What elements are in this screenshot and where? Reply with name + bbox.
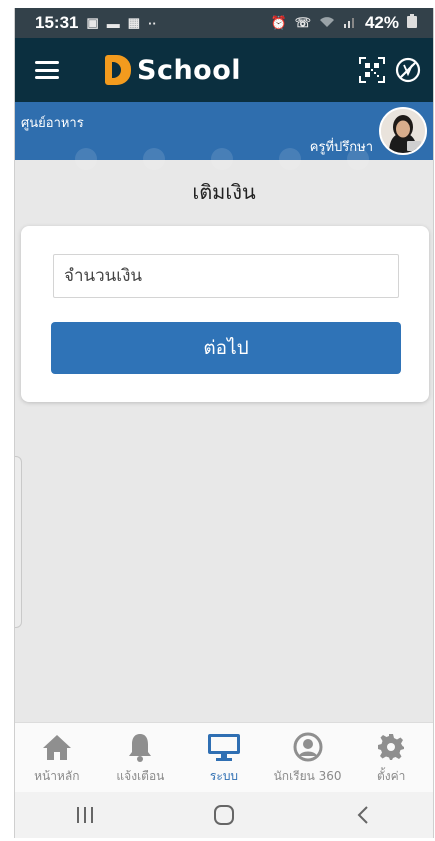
nav-label-home: หน้าหลัก bbox=[34, 769, 80, 783]
logo-d-icon bbox=[105, 55, 131, 85]
wifi-icon bbox=[319, 16, 335, 31]
user-role: ครูที่ปรึกษา bbox=[309, 140, 373, 155]
home-icon bbox=[42, 729, 72, 765]
no-scan-icon[interactable] bbox=[393, 55, 423, 85]
side-drawer-handle[interactable] bbox=[15, 456, 22, 628]
page-title: เติมเงิน bbox=[192, 180, 256, 204]
system-nav-bar bbox=[15, 792, 433, 838]
logo-text: School bbox=[137, 54, 242, 86]
back-icon[interactable] bbox=[333, 795, 393, 835]
status-bar: 15:31 ▣ ▬ ▦ ·· ⏰ ☏ 42% bbox=[15, 8, 433, 38]
nav-item-student-360[interactable]: นักเรียน 360 bbox=[269, 729, 347, 786]
user-banner: ศูนย์อาหาร ครูที่ปรึกษา bbox=[15, 102, 433, 170]
nav-label-notifications: แจ้งเตือน bbox=[116, 769, 165, 783]
monitor-icon bbox=[207, 729, 241, 765]
message-icon: ▬ bbox=[106, 15, 120, 31]
app-logo: School bbox=[105, 55, 241, 86]
nav-item-settings[interactable]: ตั้งค่า bbox=[352, 729, 430, 786]
status-time: 15:31 bbox=[35, 13, 79, 32]
nav-label-system: ระบบ bbox=[209, 769, 239, 783]
bell-icon bbox=[127, 729, 153, 765]
nav-item-home[interactable]: หน้าหลัก bbox=[18, 729, 96, 786]
nav-label-settings: ตั้งค่า bbox=[376, 769, 406, 783]
student-icon bbox=[293, 729, 323, 765]
gear-icon bbox=[377, 729, 405, 765]
qr-code-icon[interactable] bbox=[357, 55, 387, 85]
nav-item-notifications[interactable]: แจ้งเตือน bbox=[101, 729, 179, 786]
calendar-icon: ▦ bbox=[127, 15, 141, 30]
image-icon: ▣ bbox=[86, 15, 99, 30]
signal-icon bbox=[343, 16, 357, 31]
recent-apps-icon[interactable] bbox=[55, 795, 115, 835]
alarm-icon: ⏰ bbox=[270, 15, 287, 30]
bottom-nav: หน้าหลัก แจ้งเตือน ระบบ นักเรียน 360 ตั้… bbox=[15, 722, 433, 792]
phone-screen: 15:31 ▣ ▬ ▦ ·· ⏰ ☏ 42% School ศูนย์อาหาร… bbox=[14, 8, 434, 838]
topup-card: ต่อไป bbox=[21, 226, 429, 402]
call-icon: ☏ bbox=[294, 15, 311, 30]
nav-item-system[interactable]: ระบบ bbox=[185, 729, 263, 786]
organization-name: ศูนย์อาหาร bbox=[21, 116, 84, 131]
battery-level: 42% bbox=[364, 13, 399, 32]
nav-label-student-360: นักเรียน 360 bbox=[273, 769, 342, 783]
home-button-icon[interactable] bbox=[194, 795, 254, 835]
avatar[interactable] bbox=[379, 107, 427, 155]
battery-icon bbox=[407, 13, 417, 33]
menu-icon[interactable] bbox=[35, 61, 59, 79]
amount-input[interactable] bbox=[53, 254, 399, 298]
more-icon: ·· bbox=[148, 15, 157, 31]
next-button[interactable]: ต่อไป bbox=[51, 322, 401, 374]
app-header: School bbox=[15, 38, 433, 102]
